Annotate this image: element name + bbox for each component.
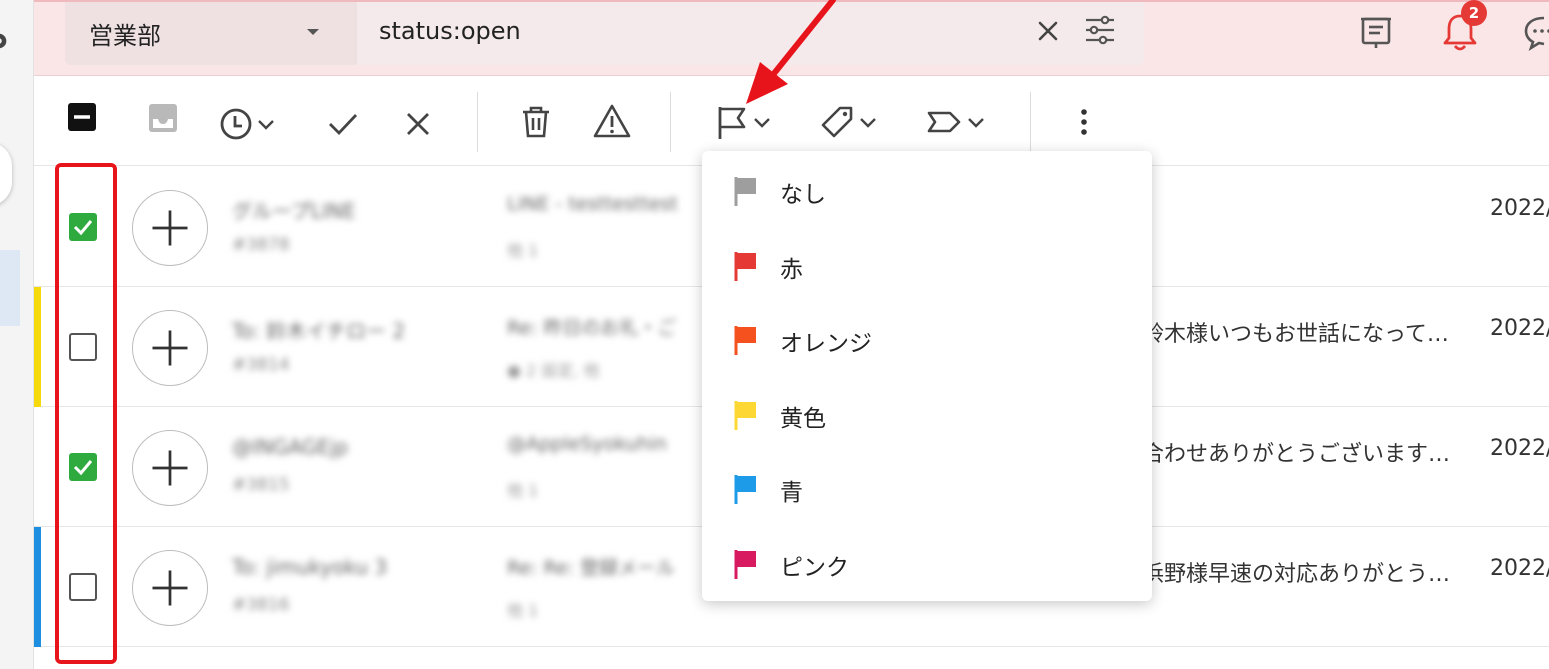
assign-plus-icon[interactable] xyxy=(132,190,208,266)
chevron-down-icon xyxy=(860,118,876,128)
chevron-down-icon xyxy=(258,120,274,130)
toolbar-divider xyxy=(477,92,478,152)
label-icon xyxy=(927,111,961,133)
more-vertical-icon[interactable] xyxy=(1074,105,1094,139)
row-subject: Re: Re: 登録メール xyxy=(507,557,675,579)
row-summary: @INGAGEjp #3815 @AppleSyokuhin 他 1 xyxy=(222,407,702,527)
flag-menu-item[interactable]: なし xyxy=(702,153,1152,227)
row-date: 2022/ xyxy=(1490,436,1549,461)
flag-menu-label: ピンク xyxy=(780,554,849,581)
colored-flag-icon xyxy=(734,475,756,504)
task-board-icon[interactable] xyxy=(1356,10,1396,52)
inbox-select-label: 営業部 xyxy=(89,22,161,50)
row-meta: ● 2 設定, 他 xyxy=(507,361,600,380)
toolbar-divider xyxy=(670,92,671,152)
row-subject: Re: 昨日のお礼・ご xyxy=(507,317,677,339)
row-date: 2022/ xyxy=(1490,316,1549,341)
row-color-stripe xyxy=(34,407,41,527)
row-meta: 他 1 xyxy=(507,601,539,620)
search-query[interactable]: status:open xyxy=(379,2,521,62)
colored-flag-icon xyxy=(734,326,756,355)
warning-icon[interactable] xyxy=(592,102,632,140)
chat-icon[interactable] xyxy=(1522,10,1549,52)
annotation-highlight-box xyxy=(55,163,117,664)
row-summary: グループLINE #3878 LINE - testtesttest 他 1 xyxy=(222,167,702,287)
filter-settings-icon[interactable] xyxy=(1081,11,1119,49)
chevron-down-icon xyxy=(754,118,770,128)
row-ticket-id: #3816 xyxy=(232,595,290,615)
inbox-select[interactable]: 営業部 xyxy=(65,2,357,65)
row-date: 2022/ xyxy=(1490,196,1549,221)
flag-menu-item[interactable]: 赤 xyxy=(702,228,1152,302)
assign-plus-icon[interactable] xyxy=(132,550,208,626)
select-all-icon[interactable] xyxy=(67,102,97,132)
row-ticket-id: #3878 xyxy=(232,235,290,255)
check-icon[interactable] xyxy=(324,106,362,142)
colored-flag-icon xyxy=(734,400,756,430)
row-preview: 鈴木様いつもお世話になって… xyxy=(1142,322,1449,347)
row-contact-name: @INGAGEjp xyxy=(232,435,349,459)
flag-menu-item[interactable]: オレンジ xyxy=(702,302,1152,376)
row-preview: 浜野様早速の対応ありがとう… xyxy=(1142,562,1451,587)
row-color-stripe xyxy=(34,527,41,647)
colored-flag-icon xyxy=(734,549,756,579)
close-icon[interactable] xyxy=(1031,14,1065,48)
assign-plus-icon[interactable] xyxy=(132,430,208,506)
flag-menu-label: 黄色 xyxy=(780,405,826,432)
flag-menu-item[interactable]: ピンク xyxy=(702,526,1152,600)
label-button[interactable] xyxy=(924,105,988,139)
chevron-down-icon xyxy=(968,118,984,128)
flag-dropdown-menu: なし 赤 オレンジ 黄色 青 ピンク xyxy=(702,151,1152,601)
clock-icon xyxy=(220,108,252,140)
assign-plus-icon[interactable] xyxy=(132,310,208,386)
flag-menu-label: なし xyxy=(780,182,826,208)
row-preview: 合わせありがとうございます… xyxy=(1142,442,1451,467)
row-summary: To: jimukyoku 3 #3816 Re: Re: 登録メール 他 1 xyxy=(222,527,702,647)
snooze-button[interactable] xyxy=(218,106,278,142)
row-color-stripe xyxy=(34,287,41,407)
row-subject: LINE - testtesttest xyxy=(507,193,678,215)
colored-flag-icon xyxy=(734,177,756,206)
inbox-icon[interactable] xyxy=(147,102,179,134)
search-bar: 営業部 status:open xyxy=(65,2,1144,65)
colored-flag-icon xyxy=(734,251,756,281)
row-contact-name: To: 鈴木イチロー 2 xyxy=(232,319,406,343)
flag-menu-label: オレンジ xyxy=(780,331,872,357)
trash-icon[interactable] xyxy=(518,103,554,141)
row-contact-name: To: jimukyoku 3 xyxy=(232,555,388,579)
caret-down-icon xyxy=(307,29,319,35)
flag-menu-label: 青 xyxy=(780,480,803,506)
app-sidebar xyxy=(0,0,34,669)
row-summary: To: 鈴木イチロー 2 #3814 Re: 昨日のお礼・ご ● 2 設定, 他 xyxy=(222,287,702,407)
row-meta: 他 1 xyxy=(507,481,539,500)
close-icon[interactable] xyxy=(400,106,436,142)
row-meta: 他 1 xyxy=(507,241,539,260)
row-contact-name: グループLINE xyxy=(232,199,356,223)
gear-icon[interactable] xyxy=(0,30,10,52)
row-color-stripe xyxy=(34,167,41,287)
flag-menu-item[interactable]: 青 xyxy=(702,451,1152,525)
toolbar-divider xyxy=(1030,92,1031,152)
flag-menu-item[interactable]: 黄色 xyxy=(702,377,1152,451)
row-date: 2022/ xyxy=(1490,556,1549,581)
notification-badge: 2 xyxy=(1461,0,1487,26)
sidebar-selected-item[interactable] xyxy=(0,250,20,326)
sidebar-toggle-button[interactable] xyxy=(0,142,12,206)
row-ticket-id: #3814 xyxy=(232,355,290,375)
row-subject: @AppleSyokuhin xyxy=(507,433,667,455)
flag-menu-label: 赤 xyxy=(780,256,803,283)
row-ticket-id: #3815 xyxy=(232,475,290,495)
annotation-arrow xyxy=(746,0,836,104)
